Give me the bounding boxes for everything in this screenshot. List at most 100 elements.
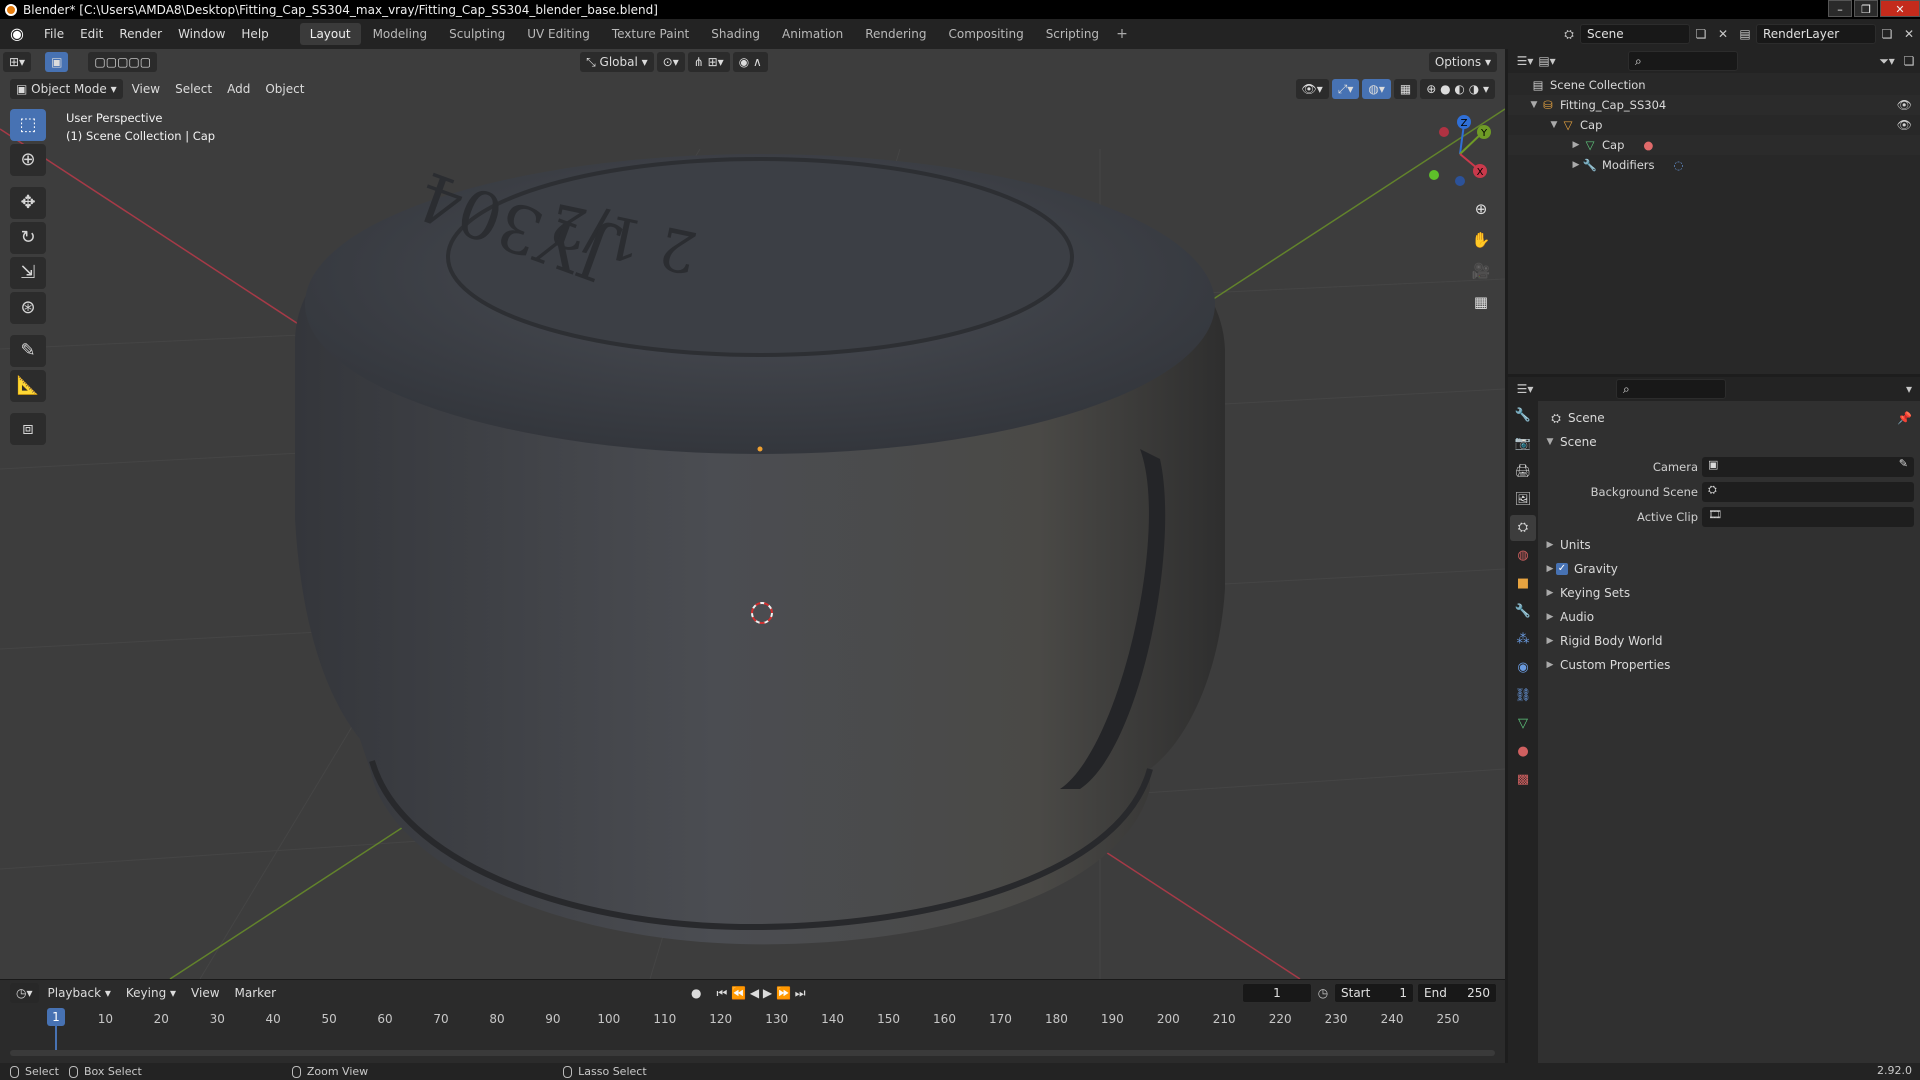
outliner-search-input[interactable]: ⌕ (1628, 51, 1738, 71)
scene-panel-header[interactable]: ▼ Scene (1544, 431, 1914, 453)
visibility-icon[interactable]: 👁▾ (1295, 79, 1329, 99)
data-tab-icon[interactable]: ▽ (1510, 711, 1536, 737)
gizmo-y-label[interactable]: Y (1480, 128, 1488, 139)
texture-tab-icon[interactable]: ▩ (1510, 767, 1536, 793)
preview-range-icon[interactable]: ◷ (1312, 983, 1334, 1003)
new-collection-icon[interactable]: ❏ (1898, 51, 1920, 71)
collapse-arrow-icon[interactable]: ▶ (1544, 564, 1556, 574)
add-cube-icon[interactable]: ⧈ (10, 413, 46, 445)
panel-keying-sets[interactable]: ▶ Keying Sets (1544, 582, 1914, 604)
playhead[interactable]: 1 (47, 1008, 65, 1026)
delete-scene-icon[interactable]: ✕ (1712, 24, 1734, 44)
menu-object[interactable]: Object (259, 79, 310, 99)
tab-animation[interactable]: Animation (772, 23, 853, 45)
snap-icon[interactable]: ⋔ ⊞▾ (687, 52, 730, 72)
options-dropdown[interactable]: Options ▾ (1428, 52, 1497, 72)
blender-menu-icon[interactable]: ◉ (6, 23, 28, 45)
collapse-arrow-icon[interactable]: ▶ (1544, 612, 1556, 622)
playback-controls-icons[interactable]: ⏮ ⏪ ◀ ▶ ⏩ ⏭ (711, 983, 812, 1003)
transform-icon[interactable]: ⊛ (10, 292, 46, 324)
collapse-arrow-icon[interactable]: ▶ (1570, 160, 1582, 170)
editor-type-icon[interactable]: ⊞▾ (3, 52, 32, 72)
collapse-arrow-icon[interactable]: ▶ (1544, 540, 1556, 550)
panel-gravity[interactable]: ▶ ✓ Gravity (1544, 558, 1914, 580)
scene-field[interactable]: Scene (1580, 24, 1690, 44)
new-view-layer-icon[interactable]: ❏ (1876, 24, 1898, 44)
tab-rendering[interactable]: Rendering (855, 23, 936, 45)
panel-rigid-body-world[interactable]: ▶ Rigid Body World (1544, 630, 1914, 652)
collapse-arrow-icon[interactable]: ▶ (1570, 140, 1582, 150)
select-mode-icons[interactable]: ▢▢▢▢▢ (88, 52, 158, 72)
properties-search-input[interactable]: ⌕ (1616, 379, 1726, 399)
outliner-editor-type-icon[interactable]: ☰▾ (1514, 51, 1536, 71)
render-layer-field[interactable]: RenderLayer (1756, 24, 1876, 44)
modifier-tab-icon[interactable]: 🔧 (1510, 599, 1536, 625)
shading-mode-icons[interactable]: ⊕ ● ◐ ◑ ▾ (1420, 79, 1495, 99)
properties-editor[interactable]: ☰▾ ⌕ ▾ 🔧 📷 🖨 🖼 ⛭ ◍ ■ 🔧 ⁂ ◉ ⛓ ▽ ● ▩ ⛭ Sce… (1508, 377, 1920, 1063)
current-frame-field[interactable]: 1 (1242, 983, 1312, 1003)
menu-playback[interactable]: Playback ▾ (42, 983, 117, 1003)
tab-layout[interactable]: Layout (299, 23, 361, 45)
navigation-gizmo[interactable]: Z Y X (1420, 109, 1500, 189)
timeline-editor[interactable]: ◷▾ Playback ▾ Keying ▾ View Marker ● ⏮ ⏪… (0, 979, 1505, 1063)
expand-arrow-icon[interactable]: ▼ (1544, 437, 1556, 447)
pin-icon[interactable]: 📌 (1897, 411, 1912, 425)
move-icon[interactable]: ✥ (10, 187, 46, 219)
xray-icon[interactable]: ▦ (1393, 79, 1418, 99)
expand-arrow-icon[interactable]: ▼ (1528, 100, 1540, 110)
menu-select[interactable]: Select (169, 79, 218, 99)
tab-uv-editing[interactable]: UV Editing (517, 23, 600, 45)
outliner-row-cap-object[interactable]: ▼ ▽ Cap 👁 (1508, 115, 1920, 135)
particles-tab-icon[interactable]: ⁂ (1510, 627, 1536, 653)
timeline-scrollbar[interactable] (10, 1050, 1495, 1056)
annotate-icon[interactable]: ✎ (10, 335, 46, 367)
add-workspace-button[interactable]: + (1110, 26, 1134, 42)
viewport-scene[interactable]: 2 1/2 JY304 (0, 49, 1505, 979)
collapse-arrow-icon[interactable]: ▶ (1544, 636, 1556, 646)
tab-scripting[interactable]: Scripting (1036, 23, 1109, 45)
end-frame-field[interactable]: End 250 (1417, 983, 1497, 1003)
tab-sculpting[interactable]: Sculpting (439, 23, 515, 45)
outliner-row-modifiers[interactable]: ▶ 🔧 Modifiers ◌ (1508, 155, 1920, 175)
scale-icon[interactable]: ⇲ (10, 257, 46, 289)
cap-object[interactable]: 2 1/2 JY304 (295, 154, 1225, 945)
properties-editor-type-icon[interactable]: ☰▾ (1514, 379, 1536, 399)
cursor-icon[interactable]: ⊕ (10, 144, 46, 176)
collapse-arrow-icon[interactable]: ▶ (1544, 660, 1556, 670)
outliner-row-fitting-cap[interactable]: ▼ ⛁ Fitting_Cap_SS304 👁 (1508, 95, 1920, 115)
start-frame-field[interactable]: Start 1 (1334, 983, 1414, 1003)
physics-tab-icon[interactable]: ◉ (1510, 655, 1536, 681)
menu-marker[interactable]: Marker (229, 983, 282, 1003)
outliner-row-cap-mesh[interactable]: ▶ ▽ Cap ● (1508, 135, 1920, 155)
measure-icon[interactable]: 📐 (10, 370, 46, 402)
rotate-icon[interactable]: ↻ (10, 222, 46, 254)
proportional-edit-icon[interactable]: ◉ ∧ (732, 52, 768, 72)
view-layer-tab-icon[interactable]: 🖼 (1510, 487, 1536, 513)
properties-options-icon[interactable]: ▾ (1898, 379, 1920, 399)
active-clip-field[interactable]: 🎞 (1702, 507, 1914, 527)
menu-add[interactable]: Add (221, 79, 256, 99)
menu-file[interactable]: File (36, 19, 72, 49)
close-button[interactable]: ✕ (1880, 0, 1920, 17)
transform-orientation-dropdown[interactable]: ⤡ Global ▾ (580, 52, 654, 72)
eye-icon[interactable]: 👁 (1897, 98, 1912, 112)
panel-units[interactable]: ▶ Units (1544, 534, 1914, 556)
ortho-grid-icon[interactable]: ▦ (1467, 288, 1495, 316)
maximize-button[interactable]: ❐ (1854, 0, 1878, 17)
menu-edit[interactable]: Edit (72, 19, 111, 49)
tab-texture-paint[interactable]: Texture Paint (602, 23, 699, 45)
expand-arrow-icon[interactable]: ▼ (1548, 120, 1560, 130)
gravity-checkbox[interactable]: ✓ (1556, 563, 1568, 575)
eyedropper-icon[interactable]: ✎ (1899, 457, 1908, 470)
output-tab-icon[interactable]: 🖨 (1510, 459, 1536, 485)
scene-icon[interactable]: ⛭ (1558, 24, 1580, 44)
new-scene-icon[interactable]: ❏ (1690, 24, 1712, 44)
tab-shading[interactable]: Shading (701, 23, 770, 45)
background-scene-field[interactable]: ⛭ (1702, 482, 1914, 502)
tool-tab-icon[interactable]: 🔧 (1510, 403, 1536, 429)
gizmo-toggle-icon[interactable]: ⤢▾ (1331, 79, 1360, 99)
select-box-icon[interactable]: ⬚ (10, 109, 46, 141)
render-tab-icon[interactable]: 📷 (1510, 431, 1536, 457)
scene-tab-icon[interactable]: ⛭ (1510, 515, 1536, 541)
constraints-tab-icon[interactable]: ⛓ (1510, 683, 1536, 709)
